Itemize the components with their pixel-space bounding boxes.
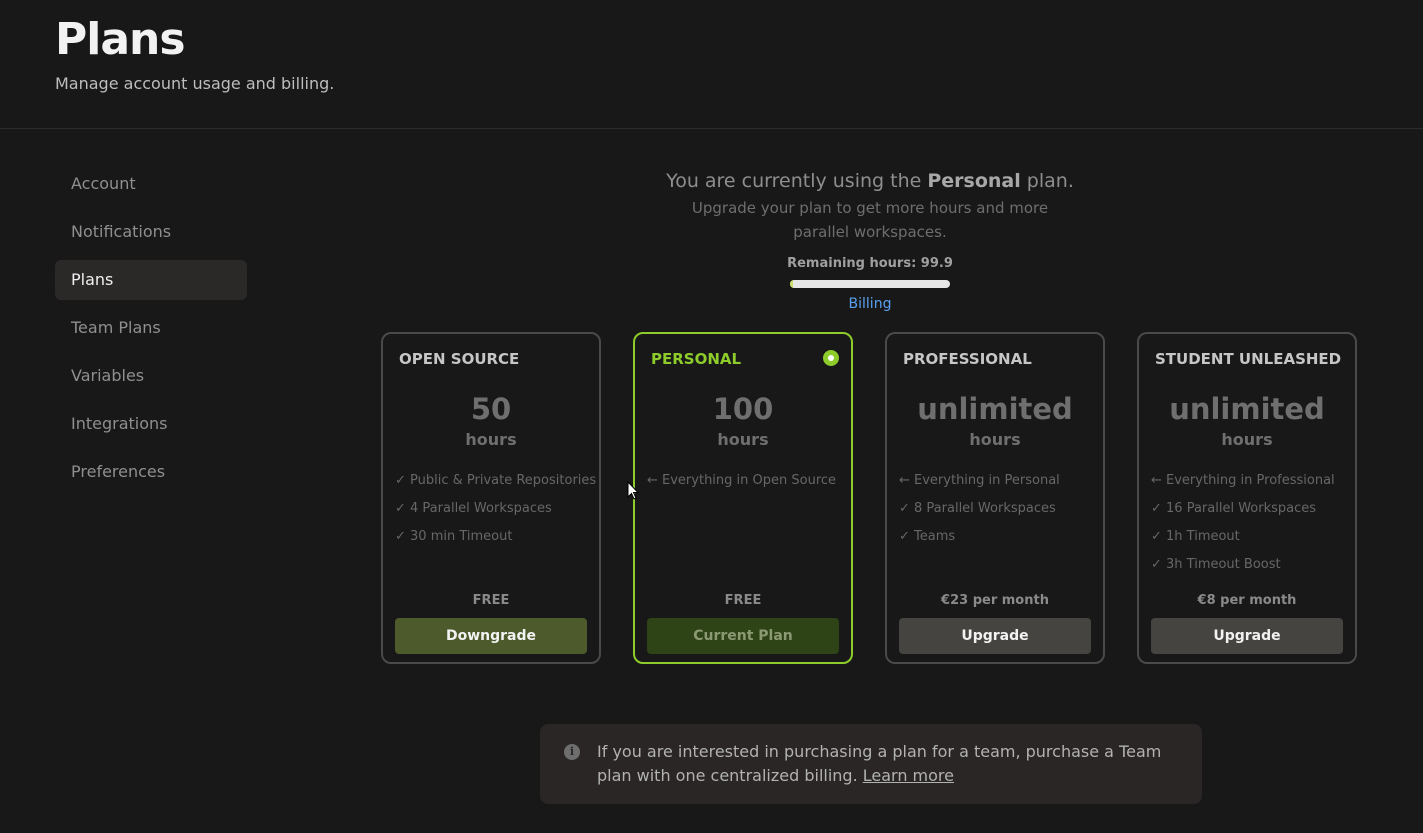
plan-price: FREE (472, 593, 510, 608)
upgrade-hint: Upgrade your plan to get more hours and … (691, 199, 1049, 241)
plan-hours-amount: unlimited (917, 392, 1073, 426)
plan-price: FREE (724, 593, 762, 608)
current-plan-button[interactable]: Current Plan (647, 618, 839, 654)
sidebar-item-plans[interactable]: Plans (55, 260, 247, 300)
plan-features: ← Everything in Professional ✓ 16 Parall… (1151, 472, 1347, 584)
sidebar-item-team-plans[interactable]: Team Plans (55, 308, 247, 348)
page-header: Plans Manage account usage and billing. (0, 0, 1423, 129)
billing-link[interactable]: Billing (849, 296, 892, 312)
plan-feature: ✓ 4 Parallel Workspaces (395, 501, 552, 516)
sidebar-item-integrations[interactable]: Integrations (55, 404, 247, 444)
remaining-hours-label: Remaining hours: 99.9 (787, 256, 953, 271)
settings-sidebar: Account Notifications Plans Team Plans V… (55, 164, 247, 500)
plan-hours-unit: hours (1221, 430, 1273, 449)
plan-feature: ✓ 30 min Timeout (395, 529, 513, 544)
sidebar-item-account[interactable]: Account (55, 164, 247, 204)
plan-card-personal: PERSONAL 100 hours ← Everything in Open … (633, 332, 853, 664)
usage-progress-fill (790, 280, 794, 288)
upgrade-professional-button[interactable]: Upgrade (899, 618, 1091, 654)
usage-progress-bar (790, 280, 950, 288)
plan-card-professional: PROFESSIONAL unlimited hours ← Everythin… (885, 332, 1105, 664)
mouse-cursor-icon (627, 481, 639, 500)
plan-feature: ✓ 1h Timeout (1151, 529, 1240, 544)
plan-feature: ← Everything in Professional (1151, 473, 1335, 488)
page-title: Plans (55, 14, 186, 65)
upgrade-student-button[interactable]: Upgrade (1151, 618, 1343, 654)
plan-price: €23 per month (941, 593, 1049, 608)
current-plan-suffix: plan. (1020, 170, 1074, 192)
plan-hours-unit: hours (465, 430, 517, 449)
page-subtitle: Manage account usage and billing. (55, 74, 335, 93)
learn-more-link[interactable]: Learn more (863, 766, 954, 785)
plan-title: STUDENT UNLEASHED (1155, 350, 1342, 368)
plan-features: ← Everything in Personal ✓ 8 Parallel Wo… (899, 472, 1095, 556)
current-plan-prefix: You are currently using the (666, 170, 928, 192)
plan-title: PROFESSIONAL (903, 350, 1032, 368)
plan-hours-amount: unlimited (1169, 392, 1325, 426)
plan-features: ✓ Public & Private Repositories ✓ 4 Para… (395, 472, 597, 556)
plan-feature: ✓ 8 Parallel Workspaces (899, 501, 1056, 516)
plan-title: OPEN SOURCE (399, 350, 520, 368)
plan-feature: ✓ Public & Private Repositories (395, 473, 597, 488)
plan-price: €8 per month (1197, 593, 1297, 608)
plan-feature: ✓ Teams (899, 529, 956, 544)
current-plan-name: Personal (927, 170, 1021, 192)
plan-summary: You are currently using the Personal pla… (620, 170, 1120, 312)
plan-card-student-unleashed: STUDENT UNLEASHED unlimited hours ← Ever… (1137, 332, 1357, 664)
plan-hours-unit: hours (969, 430, 1021, 449)
plan-hours-amount: 50 (470, 392, 512, 426)
info-text: If you are interested in purchasing a pl… (597, 740, 1177, 788)
sidebar-item-preferences[interactable]: Preferences (55, 452, 247, 492)
plan-feature: ✓ 16 Parallel Workspaces (1151, 501, 1317, 516)
plan-features: ← Everything in Open Source (647, 472, 843, 500)
plan-hours-unit: hours (717, 430, 769, 449)
sidebar-item-notifications[interactable]: Notifications (55, 212, 247, 252)
downgrade-button[interactable]: Downgrade (395, 618, 587, 654)
plan-feature: ← Everything in Personal (899, 473, 1060, 488)
plan-hours-amount: 100 (712, 392, 774, 426)
plan-title: PERSONAL (651, 350, 742, 368)
sidebar-item-variables[interactable]: Variables (55, 356, 247, 396)
current-plan-line: You are currently using the Personal pla… (620, 170, 1120, 192)
plan-feature: ← Everything in Open Source (647, 473, 837, 488)
info-icon: i (564, 744, 580, 760)
plan-card-open-source: OPEN SOURCE 50 hours ✓ Public & Private … (381, 332, 601, 664)
selected-radio-icon (823, 350, 839, 366)
team-plan-info-box: i If you are interested in purchasing a … (540, 724, 1202, 804)
plan-feature: ✓ 3h Timeout Boost (1151, 557, 1281, 572)
